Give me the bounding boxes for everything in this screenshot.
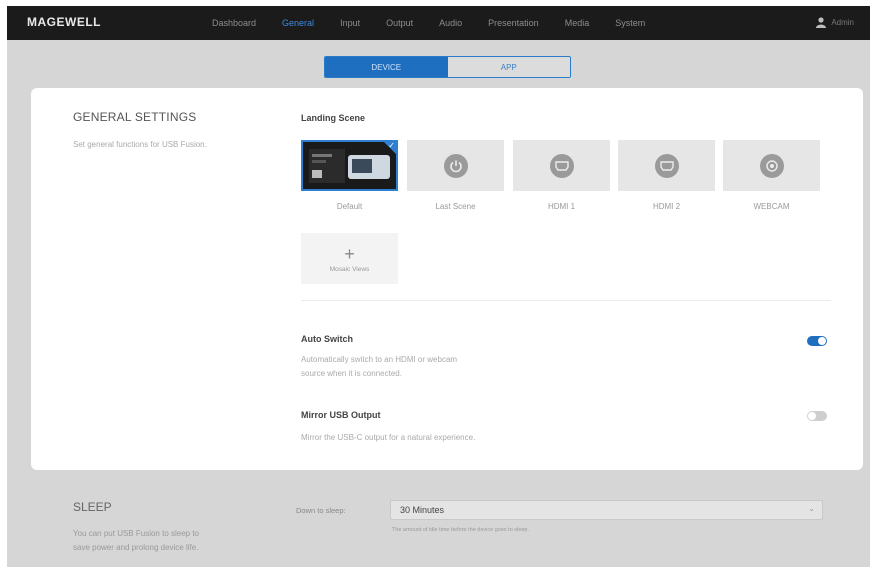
user-menu[interactable]: Admin	[816, 17, 854, 28]
scene-default-label: Default	[336, 202, 363, 211]
scene-default[interactable]: ✓	[301, 140, 398, 191]
chevron-down-icon: ⌄	[808, 504, 815, 513]
sleep-title: SLEEP	[73, 500, 112, 514]
power-icon	[443, 153, 468, 178]
plus-icon: +	[344, 243, 355, 264]
main-nav: Dashboard General Input Output Audio Pre…	[212, 6, 671, 40]
tab-app[interactable]: APP	[447, 57, 570, 77]
check-icon: ✓	[388, 141, 395, 150]
scene-hdmi-2[interactable]	[618, 140, 715, 191]
nav-dashboard[interactable]: Dashboard	[212, 18, 256, 28]
hdmi-icon	[549, 153, 574, 178]
auto-switch-toggle[interactable]	[807, 336, 827, 346]
scene-webcam[interactable]	[723, 140, 820, 191]
general-settings-card: GENERAL SETTINGS Set general functions f…	[31, 88, 863, 470]
auto-switch-description-1: Automatically switch to an HDMI or webca…	[301, 355, 458, 364]
scene-last-scene-label: Last Scene	[435, 202, 476, 211]
auto-switch-label: Auto Switch	[301, 334, 353, 344]
device-app-toggle: DEVICE APP	[324, 56, 571, 78]
toggle-knob	[818, 337, 826, 345]
toggle-knob	[808, 412, 816, 420]
nav-output[interactable]: Output	[386, 18, 413, 28]
default-scene-thumbnail-icon	[305, 145, 394, 186]
general-settings-description: Set general functions for USB Fusion.	[73, 140, 207, 149]
user-name: Admin	[831, 18, 854, 27]
sleep-timeout-value: 30 Minutes	[400, 505, 445, 515]
nav-system[interactable]: System	[615, 18, 645, 28]
hdmi-icon	[654, 153, 679, 178]
mirror-usb-description: Mirror the USB-C output for a natural ex…	[301, 433, 476, 442]
brand-logo: MAGEWELL	[27, 15, 101, 29]
sleep-description: You can put USB Fusion to sleep to save …	[73, 527, 263, 555]
scene-hdmi-1-label: HDMI 1	[547, 202, 576, 211]
sleep-field-label: Down to sleep:	[296, 506, 346, 515]
nav-media[interactable]: Media	[565, 18, 590, 28]
top-nav-bar: MAGEWELL Dashboard General Input Output …	[7, 6, 870, 40]
landing-scene-label: Landing Scene	[301, 113, 366, 123]
tab-device[interactable]: DEVICE	[325, 57, 448, 77]
mirror-usb-label: Mirror USB Output	[301, 410, 381, 420]
nav-general[interactable]: General	[282, 18, 314, 28]
nav-presentation[interactable]: Presentation	[488, 18, 539, 28]
scene-hdmi-2-label: HDMI 2	[652, 202, 681, 211]
general-settings-title: GENERAL SETTINGS	[73, 110, 197, 124]
user-icon	[816, 17, 827, 28]
nav-audio[interactable]: Audio	[439, 18, 462, 28]
nav-input[interactable]: Input	[340, 18, 360, 28]
add-view-label: Mosaic Views	[329, 265, 370, 273]
scene-last-scene[interactable]	[407, 140, 504, 191]
sleep-timeout-select[interactable]: 30 Minutes ⌄	[390, 500, 823, 520]
mirror-usb-toggle[interactable]	[807, 411, 827, 421]
auto-switch-description-2: source when it is connected.	[301, 369, 402, 378]
sleep-hint: The amount of idle time before the devic…	[392, 527, 529, 533]
scene-hdmi-1[interactable]	[513, 140, 610, 191]
section-divider	[301, 300, 831, 301]
add-mosaic-view-button[interactable]: + Mosaic Views	[301, 233, 398, 284]
webcam-icon	[759, 153, 784, 178]
sleep-description-1: You can put USB Fusion to sleep to	[73, 529, 200, 538]
sleep-description-2: save power and prolong device life.	[73, 543, 199, 552]
scene-webcam-label: WEBCAM	[753, 202, 790, 211]
app-window: MAGEWELL Dashboard General Input Output …	[7, 6, 870, 567]
